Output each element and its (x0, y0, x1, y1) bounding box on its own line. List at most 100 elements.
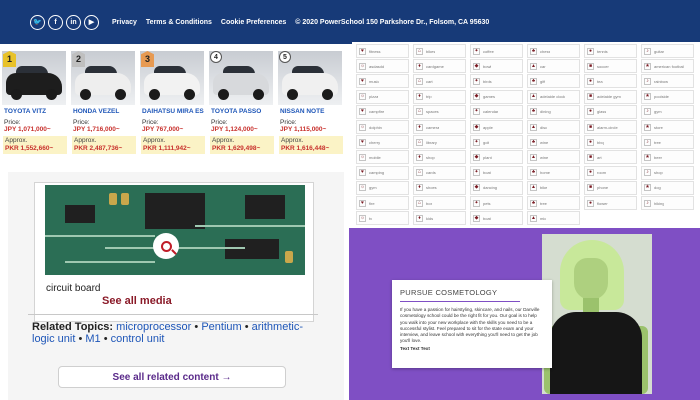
activity-icon-tile[interactable]: ◆ boat (470, 211, 523, 226)
activity-icon-tile[interactable]: ♪ tree (641, 135, 694, 150)
car-listing[interactable]: 1 TOYOTA VITZ Price: JPY 1,071,000~ Approx. P… (0, 48, 68, 170)
activity-icon-tile[interactable]: ⌂ library (413, 135, 466, 150)
activity-icon-tile[interactable]: ☼ pizza (356, 89, 409, 104)
activity-label: tea (597, 78, 603, 84)
activity-icon-tile[interactable]: ✦ coffee (470, 44, 523, 58)
activity-icon-tile[interactable]: ▲ adelaide clock (527, 89, 580, 104)
activity-icon-tile[interactable]: ♣ wine (527, 135, 580, 150)
related-topic-link[interactable]: microprocessor (116, 321, 191, 333)
activity-icon-tile[interactable]: ★ poolside (641, 89, 694, 104)
activity-icon-tile[interactable]: ♥ fitness (356, 44, 409, 58)
activity-icon: ★ (644, 153, 651, 161)
see-all-media-link[interactable]: See all media (102, 295, 172, 307)
car-listing[interactable]: 2 HONDA VEZEL Price: JPY 1,716,000~ Approx. P… (69, 48, 137, 170)
activity-icon-tile[interactable]: ▲ mic (527, 211, 580, 226)
activity-icon-tile[interactable]: ☼ gym (356, 180, 409, 195)
activity-icon-tile[interactable]: ◆ bowl (470, 59, 523, 74)
activity-icon-tile[interactable]: ♣ gift (527, 74, 580, 89)
car-name[interactable]: DAIHATSU MIRA ES (142, 108, 204, 115)
activity-icon-tile[interactable]: ▲ wine (527, 150, 580, 165)
activity-icon-tile[interactable]: ★ beer (641, 150, 694, 165)
activity-icon-tile[interactable]: ■ soccer (584, 59, 637, 74)
linkedin-icon[interactable]: in (66, 14, 81, 30)
activity-icon-tile[interactable]: ⌂ spaces (413, 104, 466, 119)
car-name[interactable]: TOYOTA VITZ (4, 108, 46, 115)
activity-icon-tile[interactable]: ♪ hiking (641, 196, 694, 210)
cookie-preferences-link[interactable]: Cookie Preferences (221, 19, 286, 26)
activity-icon-tile[interactable]: ♥ music (356, 74, 409, 89)
activity-icon-tile[interactable]: ⌂ cart (413, 74, 466, 89)
activity-icon-tile[interactable]: ☼ dolphin (356, 120, 409, 134)
activity-icon-tile[interactable]: ☼ asdasdd (356, 59, 409, 74)
circuit-board-image[interactable] (45, 185, 305, 275)
activity-icon-tile[interactable]: ✦ golf (470, 135, 523, 150)
activity-icon-tile[interactable]: ☼ tv (356, 211, 409, 226)
activity-icon-tile[interactable]: ★ dog (641, 180, 694, 195)
activity-icon-tile[interactable]: ✦ calendar (470, 104, 523, 119)
activity-icon-tile[interactable]: ♥ camping (356, 165, 409, 180)
car-listing[interactable]: 5 NISSAN NOTE Price: JPY 1,115,000~ Approx. P… (276, 48, 344, 170)
activity-label: wine (540, 154, 549, 160)
activity-icon-tile[interactable]: ◆ plant (470, 150, 523, 165)
promo-cta[interactable]: Text Text Text (400, 346, 544, 351)
see-all-related-button[interactable]: See all related content → (58, 366, 286, 388)
activity-icon-tile[interactable]: ⌂ box (413, 196, 466, 210)
car-listing[interactable]: 4 TOYOTA PASSO Price: JPY 1,124,000~ Approx.… (207, 48, 275, 170)
activity-icon-tile[interactable]: ■ alarm-circle (584, 120, 637, 134)
activity-icon-tile[interactable]: ● room (584, 165, 637, 180)
activity-icon-tile[interactable]: ♦ camera (413, 120, 466, 134)
activity-icon-tile[interactable]: ♥ cherry (356, 135, 409, 150)
activity-icon-tile[interactable]: ✦ pets (470, 196, 523, 210)
activity-icon-tile[interactable]: ♦ shop (413, 150, 466, 165)
activity-icon-tile[interactable]: ● tea (584, 74, 637, 89)
car-name[interactable]: NISSAN NOTE (280, 108, 324, 115)
activity-icon-tile[interactable]: ● bbq (584, 135, 637, 150)
terms-link[interactable]: Terms & Conditions (146, 19, 212, 26)
youtube-icon[interactable]: ▶ (84, 14, 99, 30)
activity-icon-tile[interactable]: ◆ dancing (470, 180, 523, 195)
activity-icon-tile[interactable]: ■ adelaide gym (584, 89, 637, 104)
activity-icon-tile[interactable]: ▲ bike (527, 180, 580, 195)
activity-icon-tile[interactable]: ♣ tree (527, 196, 580, 210)
activity-icon-tile[interactable]: ♦ cardgame (413, 59, 466, 74)
activity-icon-tile[interactable]: ♥ fire (356, 196, 409, 210)
zoom-icon[interactable] (153, 233, 179, 259)
activity-icon-tile[interactable]: ♪ rainbow (641, 74, 694, 89)
activity-icon-tile[interactable]: ♥ campfire (356, 104, 409, 119)
activity-icon-tile[interactable]: ♪ guitar (641, 44, 694, 58)
related-topic-link[interactable]: M1 (85, 333, 100, 345)
activity-icon-tile[interactable]: ⌂ bikes (413, 44, 466, 58)
related-topic-link[interactable]: Pentium (201, 321, 241, 333)
activity-icon-tile[interactable]: ♦ trip (413, 89, 466, 104)
privacy-link[interactable]: Privacy (112, 19, 137, 26)
activity-icon-tile[interactable]: ☼ mobile (356, 150, 409, 165)
activity-icon-tile[interactable]: ♣ home (527, 165, 580, 180)
twitter-icon[interactable]: 🐦 (30, 14, 45, 30)
activity-icon-tile[interactable]: ✦ birds (470, 74, 523, 89)
related-topic-link[interactable]: control unit (111, 333, 165, 345)
activity-icon-tile[interactable]: ◆ games (470, 89, 523, 104)
media-card[interactable]: circuit board (34, 182, 314, 322)
activity-icon-tile[interactable]: ♣ dining (527, 104, 580, 119)
activity-icon-tile[interactable]: ● flower (584, 196, 637, 210)
car-name[interactable]: HONDA VEZEL (73, 108, 119, 115)
activity-icon-tile[interactable]: ♦ kids (413, 211, 466, 226)
activity-icon-tile[interactable]: ⌂ cards (413, 165, 466, 180)
activity-icon-tile[interactable]: ■ art (584, 150, 637, 165)
activity-icon-tile[interactable]: ♪ gym (641, 104, 694, 119)
activity-icon-tile[interactable]: ♣ chess (527, 44, 580, 58)
activity-icon-tile[interactable]: ▲ disc (527, 120, 580, 134)
activity-icon-tile[interactable]: ★ american football (641, 59, 694, 74)
facebook-icon[interactable]: f (48, 14, 63, 30)
activity-icon-tile[interactable]: ♪ shop (641, 165, 694, 180)
activity-icon-tile[interactable]: ♦ shoes (413, 180, 466, 195)
activity-icon-tile[interactable]: ✦ boat (470, 165, 523, 180)
activity-icon-tile[interactable]: ★ store (641, 120, 694, 134)
activity-icon-tile[interactable]: ▲ car (527, 59, 580, 74)
activity-icon-tile[interactable]: ● glass (584, 104, 637, 119)
car-name[interactable]: TOYOTA PASSO (211, 108, 261, 115)
activity-icon-tile[interactable]: ■ phone (584, 180, 637, 195)
car-listing[interactable]: 3 DAIHATSU MIRA ES Price: JPY 767,000~ Appro… (138, 48, 206, 170)
activity-icon-tile[interactable]: ● tennis (584, 44, 637, 58)
activity-icon-tile[interactable]: ◆ apple (470, 120, 523, 134)
